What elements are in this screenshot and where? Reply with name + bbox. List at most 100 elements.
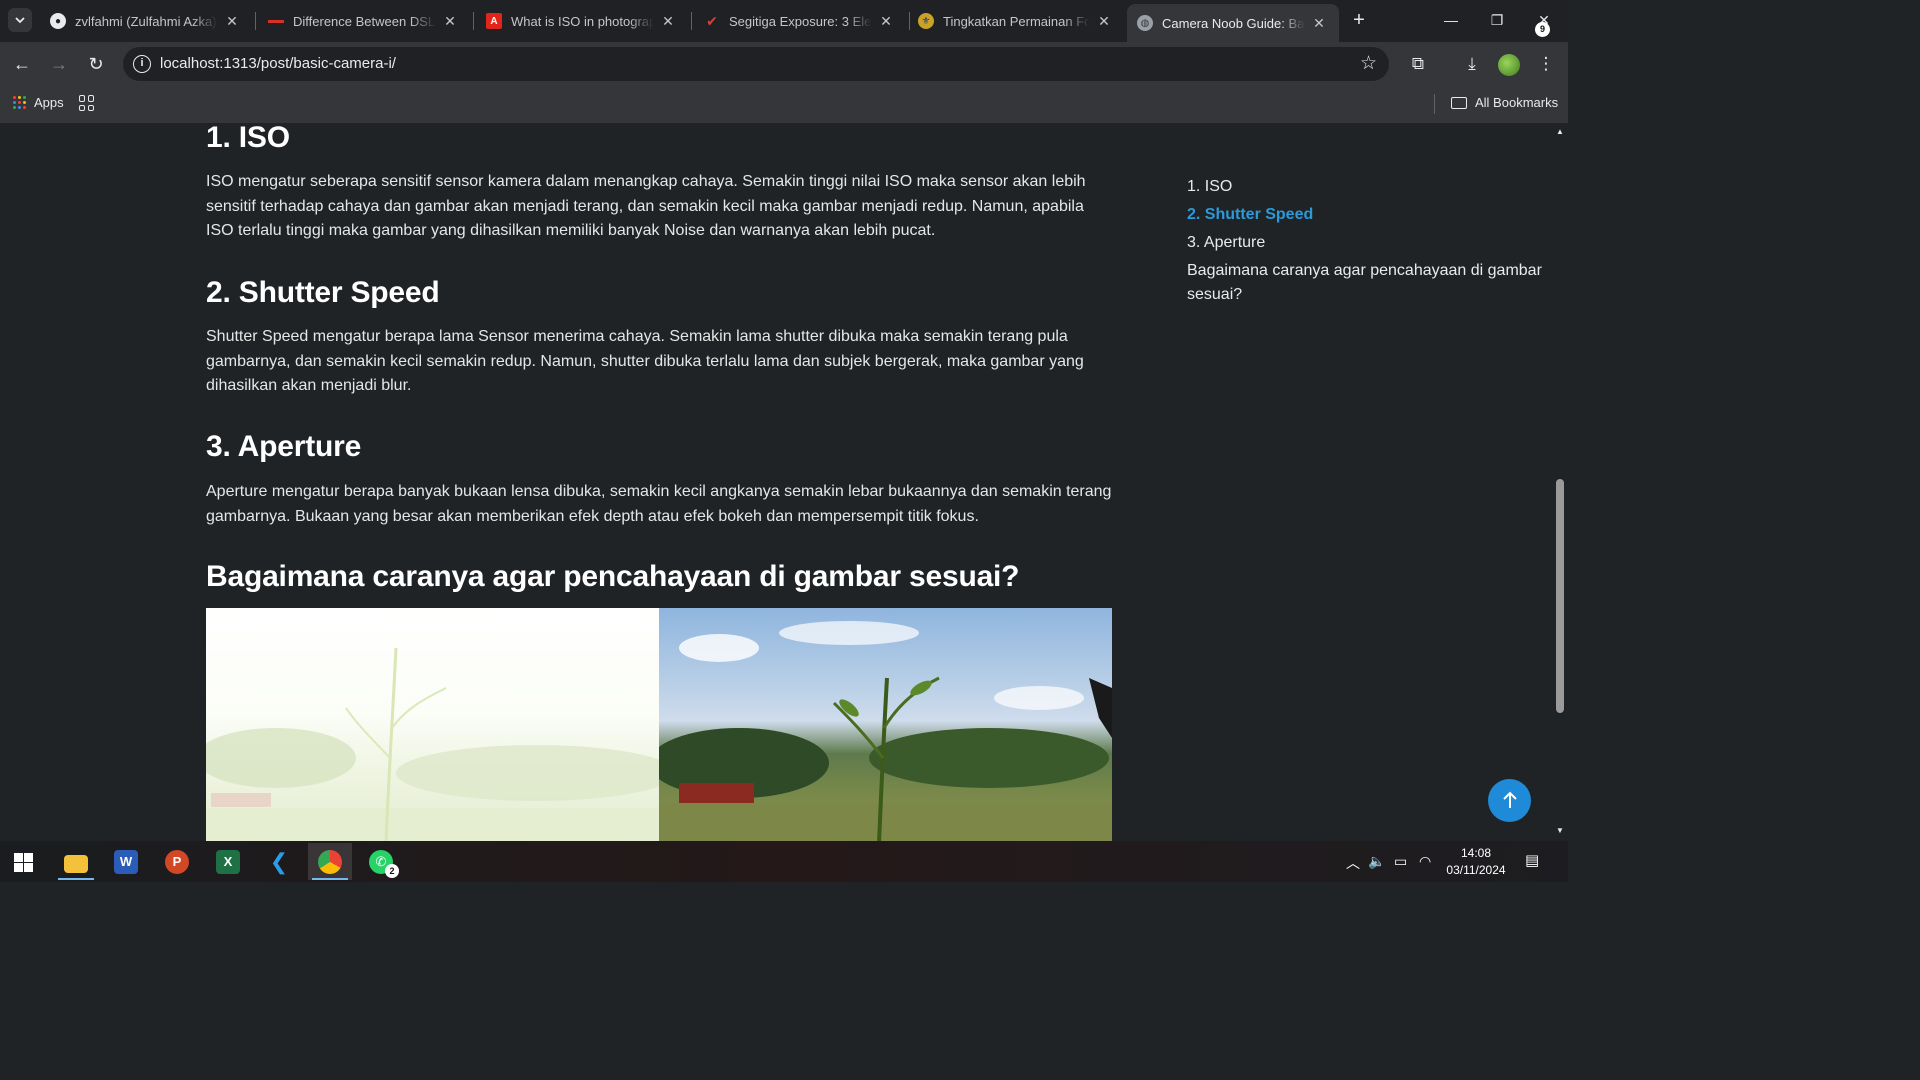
- tab-search-button[interactable]: [8, 8, 32, 32]
- volume-icon[interactable]: 🔈: [1368, 853, 1385, 870]
- apps-label: Apps: [34, 95, 64, 110]
- toc-item-shutter-speed[interactable]: 2. Shutter Speed: [1187, 203, 1547, 227]
- more-menu-icon[interactable]: ⋮: [1534, 52, 1558, 76]
- bookmark-apps[interactable]: Apps: [13, 95, 64, 110]
- close-tab-icon[interactable]: ✕: [1094, 13, 1114, 30]
- arrow-up-icon: [1502, 791, 1517, 808]
- close-tab-icon[interactable]: ✕: [222, 13, 242, 30]
- tab-camera-noob-guide[interactable]: ◍ Camera Noob Guide: Basic ✕: [1127, 4, 1339, 42]
- section-body-aperture: Aperture mengatur berapa banyak bukaan l…: [206, 483, 1112, 525]
- section-heading-shutter-speed: 2. Shutter Speed: [206, 276, 440, 309]
- windows-taskbar: W P X ❮ ✆ 2 ︿ 🔈 ▭ ◠ 14:08 03/11/2024 ▤: [0, 841, 1568, 882]
- toc-item-iso[interactable]: 1. ISO: [1187, 175, 1547, 199]
- tab-strip: ● zvlfahmi (Zulfahmi Azka) · GitHub ✕ Di…: [0, 0, 1568, 42]
- section-heading-exposure: Bagaimana caranya agar pencahayaan di ga…: [206, 560, 1020, 593]
- scroll-up-icon[interactable]: ▲: [1555, 127, 1565, 137]
- vscode-icon: ❮: [269, 848, 289, 874]
- powerpoint-button[interactable]: P: [155, 843, 199, 880]
- word-icon: W: [114, 849, 138, 874]
- tab-github[interactable]: ● zvlfahmi (Zulfahmi Azka) · GitHub ✕: [40, 6, 252, 36]
- github-icon: ●: [50, 13, 66, 29]
- whatsapp-badge: 2: [385, 864, 399, 878]
- globe-icon: ◍: [1137, 15, 1153, 31]
- windows-start-icon[interactable]: [14, 853, 33, 872]
- page-content: 1. ISO ISO mengatur seberapa sensitif se…: [0, 123, 1552, 841]
- tab-separator: [473, 12, 474, 30]
- table-of-contents: 1. ISO 2. Shutter Speed 3. Aperture Baga…: [1187, 175, 1547, 311]
- clock-time: 14:08: [1460, 846, 1492, 860]
- tray-chevron-up-icon[interactable]: ︿: [1346, 853, 1360, 873]
- emblem-icon: ⚜: [918, 13, 934, 29]
- forward-arrow-icon[interactable]: →: [47, 52, 71, 76]
- section-heading-aperture: 3. Aperture: [206, 430, 362, 463]
- download-icon[interactable]: ⤓: [1460, 52, 1484, 76]
- address-bar[interactable]: i localhost:1313/post/basic-camera-i/ ☆: [123, 47, 1389, 81]
- file-explorer-icon: [64, 854, 88, 873]
- adobe-icon: A: [486, 13, 502, 29]
- bookmarks-bar: Apps All Bookmarks: [0, 86, 1568, 123]
- whatsapp-button[interactable]: ✆ 2: [359, 843, 403, 880]
- chrome-button[interactable]: [308, 843, 352, 880]
- vscode-button[interactable]: ❮: [257, 843, 301, 880]
- new-tab-button[interactable]: +: [1347, 9, 1371, 33]
- tab-iso[interactable]: A What is ISO in photography ✕: [476, 6, 688, 36]
- bookmark-separator: [1434, 94, 1435, 114]
- notification-badge: 9: [1535, 22, 1550, 37]
- browser-chrome: ● zvlfahmi (Zulfahmi Azka) · GitHub ✕ Di…: [0, 0, 1568, 123]
- close-tab-icon[interactable]: ✕: [440, 13, 460, 30]
- profile-avatar[interactable]: [1498, 54, 1520, 76]
- clock-date: 03/11/2024: [1446, 863, 1506, 877]
- all-bookmarks-label: All Bookmarks: [1475, 95, 1559, 110]
- tab-dslr[interactable]: Difference Between DSLR and Mirrorless ✕: [258, 6, 470, 36]
- site-info-icon[interactable]: i: [133, 55, 151, 73]
- minimize-icon[interactable]: —: [1428, 8, 1474, 32]
- close-tab-icon[interactable]: ✕: [1309, 15, 1329, 32]
- overexposed-scene: [206, 647, 659, 841]
- reload-icon[interactable]: ↻: [84, 52, 108, 76]
- running-indicator: [58, 878, 94, 880]
- close-tab-icon[interactable]: ✕: [658, 13, 678, 30]
- system-clock[interactable]: 14:08 03/11/2024: [1440, 845, 1512, 879]
- tab-separator: [255, 12, 256, 30]
- back-arrow-icon[interactable]: ←: [10, 52, 34, 76]
- restore-icon[interactable]: ❐: [1474, 8, 1520, 32]
- powerpoint-icon: P: [165, 849, 189, 874]
- wifi-icon[interactable]: ◠: [1419, 853, 1431, 870]
- file-explorer-button[interactable]: [54, 843, 98, 880]
- tab-title: What is ISO in photography: [511, 13, 654, 29]
- chevron-down-icon: [15, 17, 25, 24]
- word-button[interactable]: W: [104, 843, 148, 880]
- battery-icon[interactable]: ▭: [1394, 853, 1407, 870]
- running-indicator: [312, 878, 348, 880]
- tab-segitiga[interactable]: ✔ Segitiga Exposure: 3 Elemen ✕: [694, 6, 906, 36]
- overexposed-photo: [206, 608, 659, 841]
- folder-icon: [1451, 96, 1467, 109]
- section-body-shutter-speed: Shutter Speed mengatur berapa lama Senso…: [206, 328, 1084, 394]
- check-icon: ✔: [706, 12, 718, 29]
- toc-item-aperture[interactable]: 3. Aperture: [1187, 231, 1547, 255]
- tab-groups-icon[interactable]: [79, 95, 95, 111]
- tab-separator: [691, 12, 692, 30]
- exposure-comparison-image: [206, 608, 1112, 841]
- tab-title: Camera Noob Guide: Basic: [1162, 15, 1305, 31]
- tab-title: Tingkatkan Permainan Foto: [943, 13, 1090, 29]
- excel-button[interactable]: X: [206, 843, 250, 880]
- tab-title: zvlfahmi (Zulfahmi Azka) · GitHub: [75, 13, 218, 29]
- all-bookmarks-button[interactable]: All Bookmarks: [1451, 95, 1558, 110]
- scrollbar-thumb[interactable]: [1556, 479, 1564, 713]
- excel-icon: X: [216, 849, 240, 874]
- section-body-iso: ISO mengatur seberapa sensitif sensor ka…: [206, 173, 1086, 239]
- apps-grid-icon: [13, 95, 27, 110]
- normal-exposure-scene: [659, 621, 1112, 841]
- bookmark-star-icon[interactable]: ☆: [1360, 52, 1377, 75]
- close-tab-icon[interactable]: ✕: [876, 13, 896, 30]
- scroll-down-icon[interactable]: ▼: [1555, 826, 1565, 836]
- extensions-icon[interactable]: ⧉: [1406, 52, 1430, 76]
- page-scrollbar[interactable]: ▲ ▼: [1552, 123, 1568, 841]
- notification-icon[interactable]: ▤: [1525, 851, 1545, 871]
- tab-tingkatkan[interactable]: ⚜ Tingkatkan Permainan Foto ✕: [908, 6, 1124, 36]
- back-to-top-button[interactable]: [1488, 779, 1531, 822]
- url-text[interactable]: localhost:1313/post/basic-camera-i/: [160, 55, 396, 72]
- normal-exposure-photo: [659, 608, 1112, 841]
- toc-item-exposure[interactable]: Bagaimana caranya agar pencahayaan di ga…: [1187, 259, 1547, 307]
